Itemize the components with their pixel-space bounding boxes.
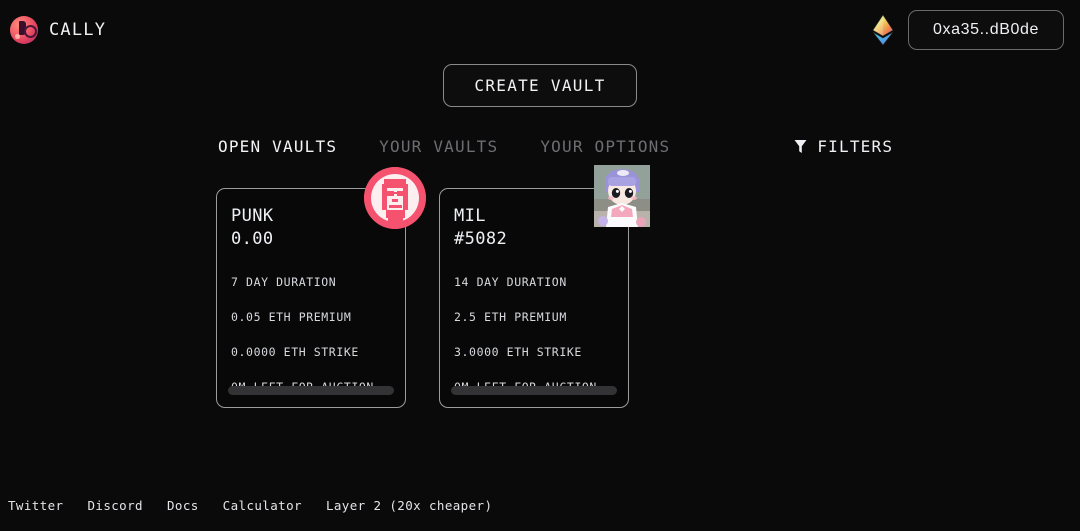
ethereum-icon bbox=[872, 14, 894, 46]
vault-duration: 7 DAY DURATION bbox=[231, 275, 337, 289]
brand[interactable]: CALLY bbox=[10, 16, 106, 44]
brand-name: CALLY bbox=[49, 20, 107, 40]
vault-auction-progress bbox=[451, 386, 617, 395]
tab-list: OPEN VAULTS YOUR VAULTS YOUR OPTIONS bbox=[218, 137, 670, 156]
vault-card[interactable]: MIL #5082 14 DAY DURATION 2.5 ETH PREMIU… bbox=[439, 165, 650, 408]
vault-card-list: PUNK 0.00 7 DAY DURATION 0.05 ETH PREMIU… bbox=[216, 165, 650, 408]
tab-your-vaults[interactable]: YOUR VAULTS bbox=[379, 137, 498, 156]
wallet-address-button[interactable]: 0xa35..dB0de bbox=[908, 10, 1064, 50]
footer-link-calculator[interactable]: Calculator bbox=[223, 498, 302, 513]
create-vault-row: CREATE VAULT bbox=[0, 64, 1080, 107]
cally-logo-icon bbox=[10, 16, 38, 44]
create-vault-button[interactable]: CREATE VAULT bbox=[443, 64, 637, 107]
tab-open-vaults[interactable]: OPEN VAULTS bbox=[218, 137, 337, 156]
funnel-icon bbox=[794, 139, 807, 153]
wallet-area: 0xa35..dB0de bbox=[872, 10, 1064, 50]
vault-strike: 0.0000 ETH STRIKE bbox=[231, 345, 359, 359]
milady-avatar bbox=[594, 165, 650, 227]
filters-button[interactable]: FILTERS bbox=[794, 137, 893, 156]
footer-link-discord[interactable]: Discord bbox=[87, 498, 142, 513]
logo-highlight-dot bbox=[15, 34, 20, 39]
vault-collection-name: MIL bbox=[454, 206, 486, 226]
vault-premium: 2.5 ETH PREMIUM bbox=[454, 310, 567, 324]
app-header: CALLY 0xa35..dB0de bbox=[0, 0, 1080, 60]
vault-card[interactable]: PUNK 0.00 7 DAY DURATION 0.05 ETH PREMIU… bbox=[216, 167, 426, 408]
cryptopunk-avatar bbox=[364, 167, 426, 229]
vault-token-id: #5082 bbox=[454, 229, 508, 249]
footer-link-docs[interactable]: Docs bbox=[167, 498, 199, 513]
footer-link-twitter[interactable]: Twitter bbox=[8, 498, 63, 513]
tab-your-options[interactable]: YOUR OPTIONS bbox=[540, 137, 670, 156]
vault-detail-rows: 14 DAY DURATION 2.5 ETH PREMIUM 3.0000 E… bbox=[454, 275, 619, 394]
vault-detail-rows: 7 DAY DURATION 0.05 ETH PREMIUM 0.0000 E… bbox=[231, 275, 396, 394]
vault-strike: 3.0000 ETH STRIKE bbox=[454, 345, 582, 359]
footer-link-layer2[interactable]: Layer 2 (20x cheaper) bbox=[326, 498, 492, 513]
vault-duration: 14 DAY DURATION bbox=[454, 275, 567, 289]
vault-auction-progress bbox=[228, 386, 394, 395]
vault-token-id: 0.00 bbox=[231, 229, 274, 249]
filters-label: FILTERS bbox=[817, 136, 894, 156]
footer-links: Twitter Discord Docs Calculator Layer 2 … bbox=[8, 498, 492, 513]
vault-premium: 0.05 ETH PREMIUM bbox=[231, 310, 352, 324]
tabs-row: OPEN VAULTS YOUR VAULTS YOUR OPTIONS FIL… bbox=[218, 132, 1080, 160]
